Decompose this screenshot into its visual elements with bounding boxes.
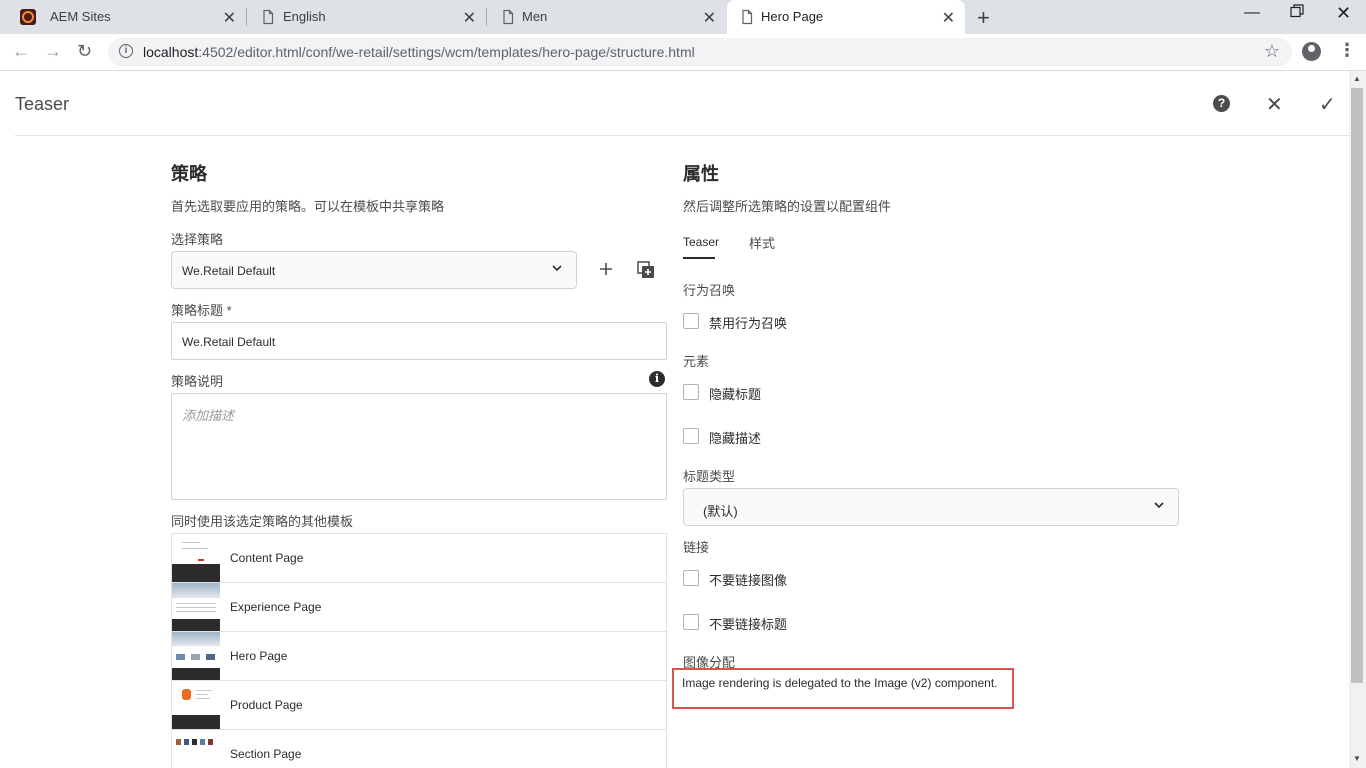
elements-section-label: 元素: [683, 354, 710, 369]
page-icon: [260, 9, 276, 25]
template-thumbnail: [172, 583, 220, 631]
reload-icon[interactable]: ↻: [77, 41, 92, 62]
list-item[interactable]: Section Page: [172, 730, 666, 768]
page-icon: [739, 9, 755, 25]
hide-title-checkbox[interactable]: [683, 384, 699, 400]
description-placeholder: 添加描述: [182, 408, 235, 423]
dialog-title: Teaser: [15, 94, 70, 114]
template-name: Content Page: [230, 551, 304, 565]
template-name: Section Page: [230, 747, 302, 761]
close-icon[interactable]: ✕: [1266, 92, 1283, 117]
tab-label: English: [283, 9, 326, 24]
disable-cta-checkbox[interactable]: [683, 313, 699, 329]
window-close-icon[interactable]: ✕: [1336, 3, 1351, 24]
browser-tab-hero-page[interactable]: Hero Page ✕: [727, 0, 965, 34]
back-icon[interactable]: ←: [12, 41, 30, 62]
template-thumbnail: [172, 681, 220, 729]
browser-tab-men[interactable]: Men ✕: [488, 0, 726, 34]
tab-teaser[interactable]: Teaser: [683, 235, 719, 249]
list-item[interactable]: Product Page: [172, 681, 666, 730]
vertical-scrollbar[interactable]: ▲ ▼: [1349, 71, 1366, 768]
select-policy-label: 选择策略: [171, 232, 224, 247]
browser-tab-english[interactable]: English ✕: [248, 0, 487, 34]
policy-heading: 策略: [171, 164, 207, 184]
other-templates-label: 同时使用该选定策略的其他模板: [171, 514, 354, 529]
template-name: Product Page: [230, 698, 303, 712]
title-type-label: 标题类型: [683, 469, 736, 484]
hide-description-checkbox[interactable]: [683, 428, 699, 444]
browser-tab-aem-sites[interactable]: AEM Sites ✕: [8, 0, 247, 34]
minimize-icon[interactable]: —: [1244, 4, 1260, 22]
tab-label: Hero Page: [761, 9, 824, 24]
template-name: Hero Page: [230, 649, 288, 663]
properties-subtitle: 然后调整所选策略的设置以配置组件: [683, 199, 892, 214]
link-section-label: 链接: [683, 540, 710, 555]
properties-heading: 属性: [683, 164, 719, 184]
add-policy-icon[interactable]: [597, 260, 615, 283]
tab-label: Men: [522, 9, 548, 24]
no-link-title-checkbox[interactable]: [683, 614, 699, 630]
list-item[interactable]: Hero Page: [172, 632, 666, 681]
url-text[interactable]: localhost:4502/editor.html/conf/we-retai…: [143, 44, 695, 60]
close-icon[interactable]: ✕: [703, 8, 716, 28]
policy-select-value: We.Retail Default: [182, 264, 276, 278]
policy-title-input[interactable]: We.Retail Default: [171, 322, 667, 360]
close-icon[interactable]: ✕: [942, 8, 955, 28]
policy-subtitle: 首先选取要应用的策略。可以在模板中共享策略: [171, 199, 445, 214]
policy-select[interactable]: We.Retail Default: [171, 251, 577, 289]
browser-tab-strip: AEM Sites ✕ English ✕ Men ✕ Hero Page ✕ …: [0, 0, 1366, 34]
checkmark-icon[interactable]: ✓: [1319, 92, 1336, 117]
info-icon[interactable]: i: [119, 44, 133, 58]
template-thumbnail: [172, 534, 220, 582]
profile-avatar-icon[interactable]: [1302, 42, 1321, 61]
header-divider: [15, 135, 1349, 136]
help-icon[interactable]: ?: [1213, 95, 1230, 112]
hide-title-label[interactable]: 隐藏标题: [709, 384, 761, 403]
list-item[interactable]: Experience Page: [172, 583, 666, 632]
policy-description-textarea[interactable]: 添加描述: [171, 393, 667, 500]
duplicate-policy-icon[interactable]: [637, 261, 655, 284]
cta-section-label: 行为召唤: [683, 283, 736, 298]
tab-style[interactable]: 样式: [749, 233, 775, 252]
no-link-title-label[interactable]: 不要链接标题: [709, 614, 787, 633]
disable-cta-label[interactable]: 禁用行为召唤: [709, 313, 787, 332]
close-icon[interactable]: ✕: [463, 8, 476, 28]
aem-icon: [20, 9, 36, 25]
forward-icon[interactable]: →: [44, 41, 62, 62]
menu-kebab-icon[interactable]: ⋮: [1338, 40, 1356, 61]
page-icon: [500, 9, 516, 25]
policy-description-label: 策略说明: [171, 374, 224, 389]
browser-toolbar: ← → ↻ i localhost:4502/editor.html/conf/…: [0, 34, 1366, 71]
restore-icon[interactable]: [1290, 4, 1304, 23]
active-tab-indicator: [683, 257, 715, 259]
new-tab-icon[interactable]: +: [977, 5, 990, 31]
scrollbar-thumb[interactable]: [1351, 88, 1363, 683]
scroll-up-icon[interactable]: ▲: [1353, 74, 1361, 83]
hide-description-label[interactable]: 隐藏描述: [709, 428, 761, 447]
chevron-down-icon: [1154, 500, 1164, 512]
template-list: Content Page Experience Page Hero Page P…: [171, 533, 667, 768]
template-thumbnail: [172, 632, 220, 680]
policy-title-label: 策略标题 *: [171, 303, 232, 318]
highlight-box: [672, 668, 1014, 709]
chevron-down-icon: [552, 263, 562, 275]
template-thumbnail: [172, 730, 220, 768]
template-name: Experience Page: [230, 600, 322, 614]
tab-label: AEM Sites: [50, 9, 111, 24]
list-item[interactable]: Content Page: [172, 534, 666, 583]
info-icon[interactable]: i: [649, 371, 665, 387]
policy-title-value: We.Retail Default: [182, 335, 276, 349]
no-link-image-label[interactable]: 不要链接图像: [709, 570, 787, 589]
title-type-select[interactable]: (默认): [683, 488, 1179, 526]
scroll-down-icon[interactable]: ▼: [1353, 754, 1361, 763]
address-bar[interactable]: i localhost:4502/editor.html/conf/we-ret…: [108, 38, 1292, 66]
close-icon[interactable]: ✕: [223, 8, 236, 28]
title-type-value: (默认): [703, 504, 738, 519]
no-link-image-checkbox[interactable]: [683, 570, 699, 586]
bookmark-star-icon[interactable]: ☆: [1264, 41, 1280, 62]
